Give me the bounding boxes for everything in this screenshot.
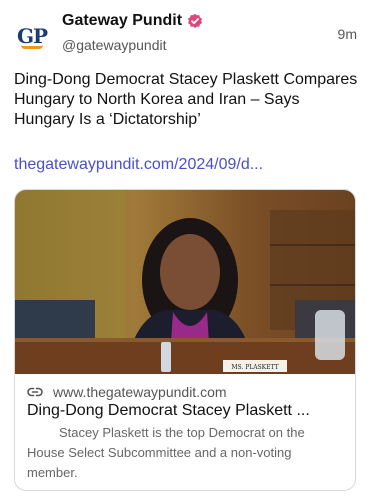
timestamp[interactable]: 9m <box>338 26 357 42</box>
author-name[interactable]: Gateway Pundit <box>62 12 182 30</box>
avatar[interactable]: GP <box>14 18 50 54</box>
domain-row: www.thegatewaypundit.com <box>27 384 345 400</box>
nameplate-text: MS. PLASKETT <box>231 364 278 371</box>
author-name-row: Gateway Pundit <box>62 12 203 30</box>
link-card-title[interactable]: Ding-Dong Democrat Stacey Plaskett ... <box>27 402 347 420</box>
author-handle[interactable]: @gatewaypundit <box>62 37 167 53</box>
verified-badge-icon <box>188 13 203 28</box>
link-icon <box>27 387 43 397</box>
post-link[interactable]: thegatewaypundit.com/2024/09/d... <box>14 156 359 174</box>
link-preview-card[interactable]: MS. PLASKETT www.thegatewaypundit.com Di… <box>14 189 356 491</box>
post-header: GP Gateway Pundit @gatewaypundit 9m <box>14 12 357 56</box>
link-card-domain: www.thegatewaypundit.com <box>53 384 227 400</box>
article-image[interactable]: MS. PLASKETT <box>15 190 356 374</box>
link-card-description: Stacey Plaskett is the top Democrat on t… <box>27 425 305 480</box>
avatar-swoosh <box>21 45 43 49</box>
post-text: Ding-Dong Democrat Stacey Plaskett Compa… <box>14 71 358 128</box>
link-card-meta: www.thegatewaypundit.com Ding-Dong Democ… <box>15 374 355 490</box>
avatar-logo-text: GP <box>16 24 48 48</box>
